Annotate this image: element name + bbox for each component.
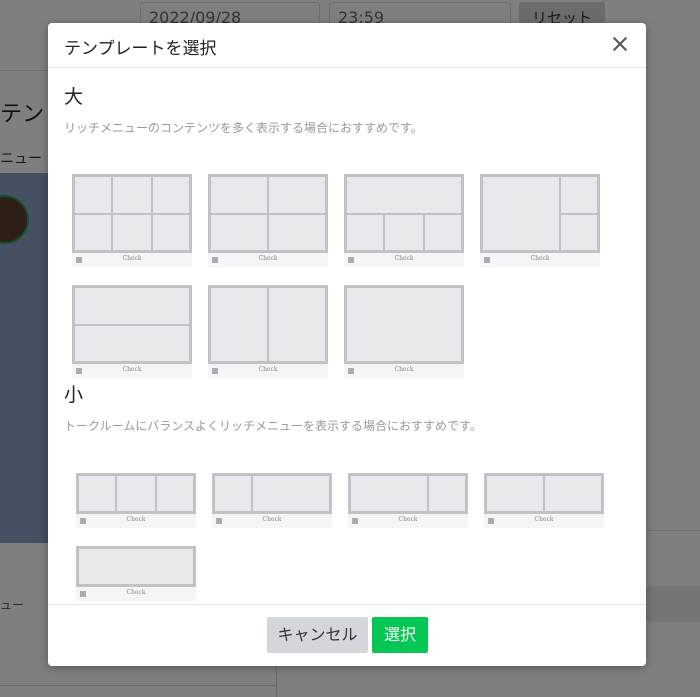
template-label: Check xyxy=(122,255,142,262)
large-section-description: リッチメニューのコンテンツを多く表示する場合におすすめです。 xyxy=(64,121,423,135)
template-label: Check xyxy=(126,516,146,523)
template-label: Check xyxy=(258,255,278,262)
cancel-button[interactable]: キャンセル xyxy=(267,617,368,653)
template-label: Check xyxy=(258,366,278,373)
modal-title: テンプレートを選択 xyxy=(64,39,217,59)
template-label: Check xyxy=(530,255,550,262)
template-label: Check xyxy=(534,516,554,523)
template-label: Check xyxy=(122,366,142,373)
small-section-title: 小 xyxy=(64,384,84,406)
template-label: Check xyxy=(126,589,146,596)
select-button[interactable]: 選択 xyxy=(372,617,428,653)
modal-header: テンプレートを選択 xyxy=(48,23,646,68)
template-label: Check xyxy=(262,516,282,523)
large-section-title: 大 xyxy=(64,86,84,108)
template-label: Check xyxy=(394,255,414,262)
close-icon[interactable] xyxy=(610,34,630,54)
small-section-description: トークルームにバランスよくリッチメニューを表示する場合におすすめです。 xyxy=(64,419,482,433)
modal-body: 大 リッチメニューのコンテンツを多く表示する場合におすすめです。 Check C… xyxy=(48,68,646,605)
template-select-modal: テンプレートを選択 大 リッチメニューのコンテンツを多く表示する場合におすすめで… xyxy=(48,23,646,666)
template-label: Check xyxy=(394,366,414,373)
modal-footer: キャンセル 選択 xyxy=(48,604,646,666)
template-label: Check xyxy=(398,516,418,523)
